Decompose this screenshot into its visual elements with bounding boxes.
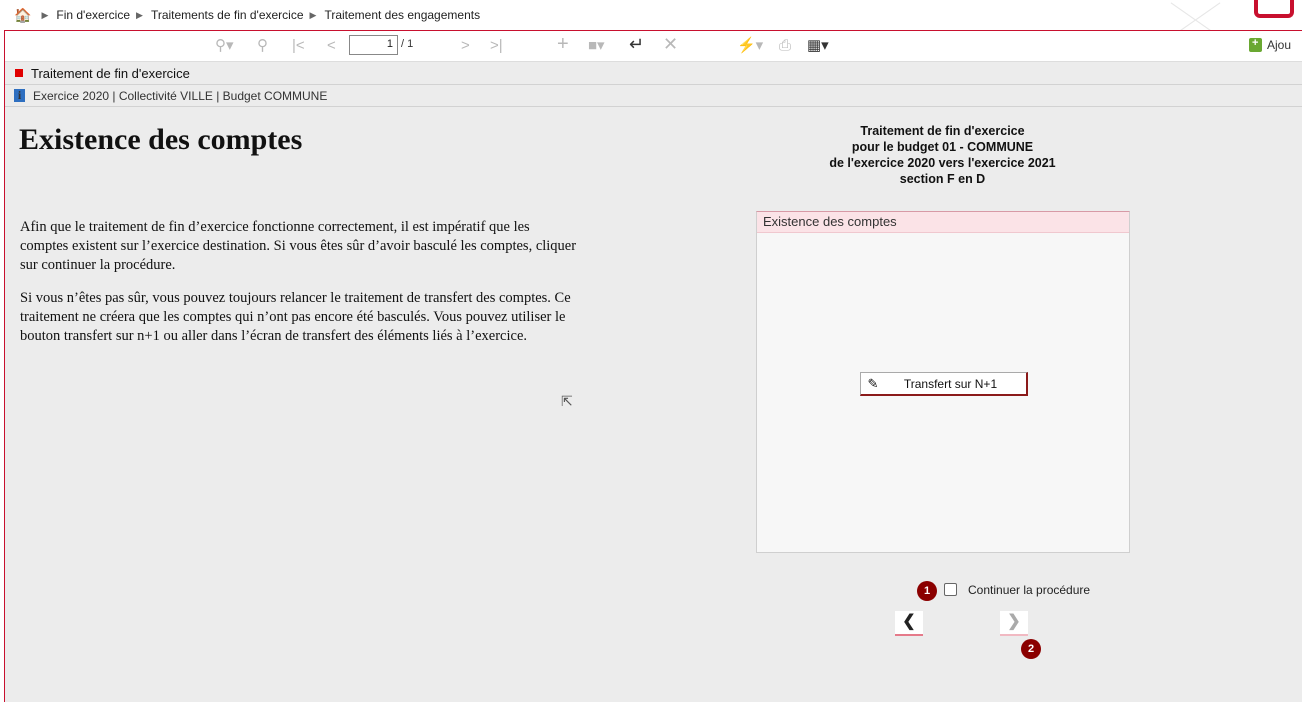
undo-icon[interactable]: ↵ [629, 35, 644, 53]
continue-checkbox[interactable] [944, 583, 957, 596]
cancel-icon[interactable]: ✕ [663, 35, 678, 53]
last-page-icon[interactable]: >| [490, 37, 503, 55]
arrow-right-icon: ❯ [1007, 613, 1021, 630]
accounts-panel: Existence des comptes ✎ Transfert sur N+… [756, 211, 1130, 553]
continue-label[interactable]: Continuer la procédure [968, 583, 1090, 597]
next-step-button[interactable]: ❯ [1000, 611, 1028, 636]
arrow-left-icon: ❮ [902, 613, 916, 630]
breadcrumb-item-engagements[interactable]: Traitement des engagements [324, 8, 480, 22]
toolbar: ⚲▾ ⚲ |< < 1 / 1 > >| + ■▾ ↵ ✕ ⚡▾ ⎙ ▦▾ Aj… [5, 31, 1302, 62]
prev-page-icon[interactable]: < [327, 37, 336, 55]
decorative-lines [1140, 0, 1260, 30]
next-page-icon[interactable]: > [461, 37, 470, 55]
chevron-right-icon: ▶ [41, 9, 49, 20]
flash-icon[interactable]: ⚡▾ [737, 37, 763, 55]
step-badge-1: 1 [917, 581, 937, 601]
red-square-icon [15, 69, 23, 77]
add-icon[interactable]: + [557, 34, 569, 54]
transfer-button-label: Transfert sur N+1 [903, 376, 998, 391]
summary-line-4: section F en D [899, 172, 986, 186]
paragraph-help: Si vous n’êtes pas sûr, vous pouvez touj… [20, 290, 571, 344]
breadcrumb-item-fin-exercice[interactable]: Fin d'exercice [56, 8, 130, 22]
settings-icon[interactable]: ▦▾ [807, 37, 829, 55]
paragraph-instructions: Afin que le traitement de fin d’exercice… [20, 219, 577, 273]
main-frame: ⚲▾ ⚲ |< < 1 / 1 > >| + ■▾ ↵ ✕ ⚡▾ ⎙ ▦▾ Aj… [4, 30, 1302, 702]
step-badge-2: 2 [1021, 639, 1041, 659]
page-total: / 1 [401, 38, 414, 50]
summary-line-1: Traitement de fin d'exercice [860, 124, 1025, 138]
context-bar: i Exercice 2020 | Collectivité VILLE | B… [5, 85, 1302, 107]
add-document-icon [1249, 37, 1262, 52]
logo-shape [1254, 0, 1294, 18]
previous-step-button[interactable]: ❮ [895, 611, 923, 636]
page-title-bar: Traitement de fin d'exercice [5, 62, 1302, 85]
treatment-summary: Traitement de fin d'exercice pour le bud… [785, 123, 1100, 187]
save-icon[interactable]: ■▾ [588, 37, 605, 55]
transfer-button[interactable]: ✎ Transfert sur N+1 [860, 372, 1028, 396]
breadcrumb-item-traitements[interactable]: Traitements de fin d'exercice [151, 8, 304, 22]
pencil-icon: ✎ [867, 375, 879, 391]
zoom-icon[interactable]: ⚲ [257, 37, 268, 55]
add-button[interactable]: Ajou [1249, 37, 1292, 52]
context-text: Exercice 2020 | Collectivité VILLE | Bud… [33, 88, 328, 103]
print-icon[interactable]: ⎙ [779, 37, 791, 55]
summary-line-3: de l'exercice 2020 vers l'exercice 2021 [829, 156, 1056, 170]
add-button-label: Ajou [1267, 38, 1292, 52]
page-title: Traitement de fin d'exercice [31, 65, 190, 81]
search-icon[interactable]: ⚲▾ [215, 37, 234, 55]
section-heading: Existence des comptes [19, 123, 303, 156]
breadcrumb: 🏠 ▶ Fin d'exercice ▶ Traitements de fin … [0, 0, 1302, 30]
page-input[interactable]: 1 [349, 35, 398, 55]
panel-title: Existence des comptes [757, 212, 1129, 233]
first-page-icon[interactable]: |< [292, 37, 305, 55]
chevron-right-icon: ▶ [136, 9, 143, 20]
mouse-cursor-icon: ⇱ [561, 393, 573, 409]
home-icon[interactable]: 🏠 [14, 7, 31, 24]
info-icon: i [14, 89, 25, 102]
chevron-right-icon: ▶ [309, 9, 317, 20]
summary-line-2: pour le budget 01 - COMMUNE [851, 140, 1034, 154]
